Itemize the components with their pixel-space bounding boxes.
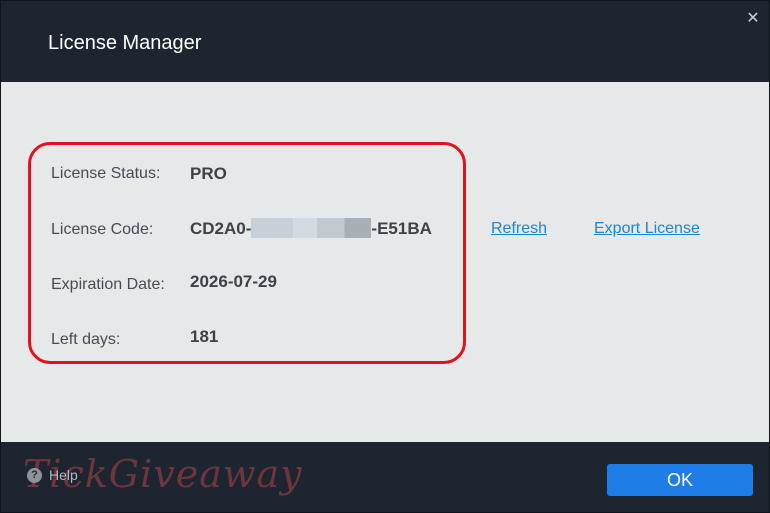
ok-button[interactable]: OK [607,464,753,496]
help-label: Help [49,467,78,483]
export-license-link[interactable]: Export License [594,219,700,239]
footer-bar: TickGiveaway ? Help OK [1,442,769,512]
window-title: License Manager [48,32,202,54]
left-days-label: Left days: [51,331,121,348]
license-status-label: License Status: [51,165,161,182]
license-code-suffix: -E51BA [371,219,432,238]
license-manager-dialog: License Manager ✕ License Status: PRO Li… [0,0,770,513]
expiration-date-value: 2026-07-29 [190,272,277,291]
license-code-value: CD2A0- -E51BA [190,218,432,239]
help-button[interactable]: ? Help [27,466,78,484]
license-info-panel: License Status: PRO License Code: CD2A0-… [1,82,769,442]
redacted-code-segment [251,218,372,238]
question-icon: ? [27,467,42,483]
title-bar: License Manager ✕ [1,1,769,82]
license-code-label: License Code: [51,221,154,238]
left-days-value: 181 [190,327,219,346]
close-icon[interactable]: ✕ [744,10,762,28]
license-status-value: PRO [190,164,227,183]
expiration-date-label: Expiration Date: [51,276,165,293]
refresh-link[interactable]: Refresh [491,219,547,239]
license-code-prefix: CD2A0- [190,219,252,238]
